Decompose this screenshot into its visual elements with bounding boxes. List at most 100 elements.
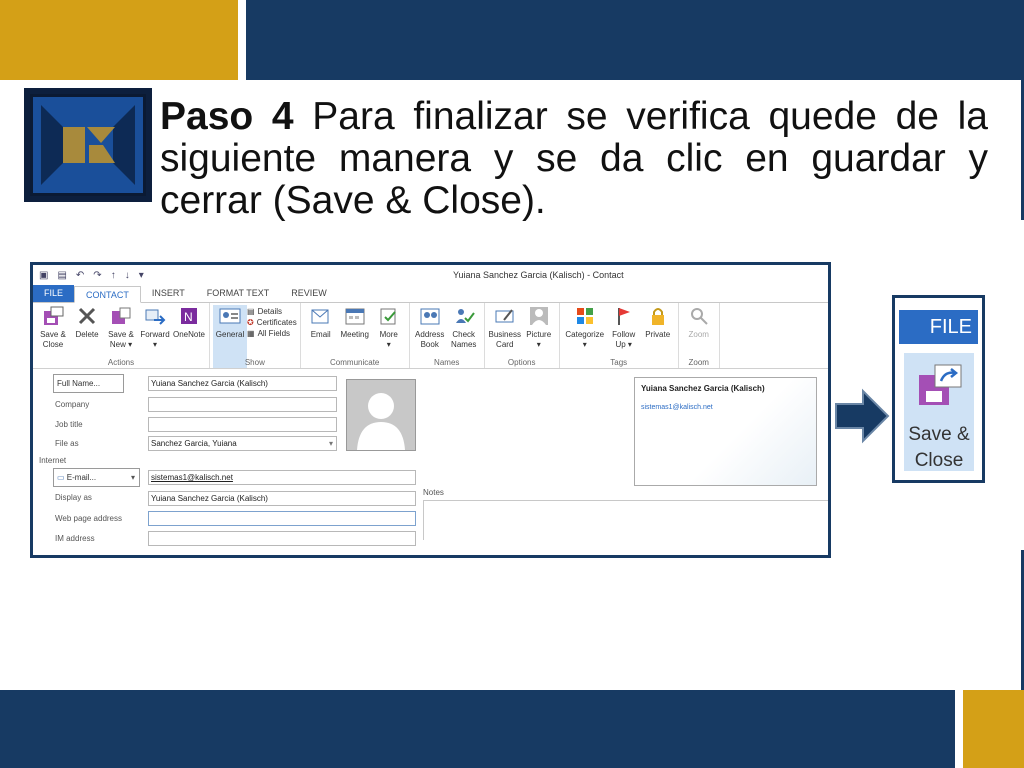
save-close-label-1: Save &	[40, 330, 66, 339]
top-navy-bar	[246, 0, 1024, 80]
file-as-select[interactable]: Sanchez Garcia, Yuiana ▾	[148, 436, 337, 451]
chevron-down-icon: ▾	[328, 439, 333, 448]
all-fields-icon: ▦	[247, 329, 255, 338]
zoom-close-label: Close	[914, 450, 964, 471]
picture-dropdown: ▾	[536, 340, 541, 349]
group-actions: Save & Close Delete Save & New ▾ Forward…	[33, 303, 210, 368]
certificates-button[interactable]: ✪ Certificates	[247, 318, 297, 327]
tab-format-text[interactable]: FORMAT TEXT	[196, 285, 281, 302]
group-label-options: Options	[507, 358, 536, 367]
svg-text:N: N	[184, 310, 193, 324]
zoom-file-tab: FILE	[899, 310, 978, 344]
group-label-names: Names	[434, 358, 460, 367]
business-card-label-1: Business	[488, 330, 521, 339]
details-label: Details	[257, 307, 283, 316]
details-button[interactable]: ▤ Details	[247, 307, 297, 316]
contact-photo[interactable]	[346, 379, 416, 451]
group-tags: Categorize ▾ Follow Up ▾ Private Tags	[560, 303, 679, 368]
im-address-field[interactable]	[148, 531, 416, 546]
group-zoom: Zoom Zoom	[679, 303, 720, 368]
save-close-large-icon	[919, 364, 962, 405]
group-names: Address Book Check Names Names	[410, 303, 485, 368]
company-field[interactable]	[148, 397, 337, 412]
business-card-label-2: Card	[496, 340, 514, 349]
categorize-label: Categorize	[565, 330, 605, 339]
quick-access-toolbar: ▣ ▤ ↶ ↷ ↑ ↓ ▾	[39, 270, 144, 281]
contact-form: Full Name... Yuiana Sanchez Garcia (Kali…	[33, 369, 828, 546]
file-as-value: Sanchez Garcia, Yuiana	[151, 439, 237, 448]
notes-label: Notes	[423, 488, 444, 497]
lock-icon	[646, 305, 670, 327]
bottom-gold-bar	[963, 690, 1024, 768]
meeting-label: Meeting	[340, 330, 369, 339]
check-names-icon	[452, 305, 476, 327]
web-page-label: Web page address	[55, 514, 123, 523]
tab-contact[interactable]: CONTACT	[74, 286, 141, 303]
ribbon-tabs: FILE CONTACT INSERT FORMAT TEXT REVIEW	[33, 285, 828, 303]
internet-label: Internet	[39, 456, 67, 465]
certificates-label: Certificates	[256, 318, 297, 327]
bottom-navy-bar	[0, 690, 955, 768]
save-icon[interactable]: ▤	[57, 270, 66, 281]
undo-icon[interactable]: ↶	[76, 270, 84, 281]
file-as-label: File as	[55, 439, 79, 448]
full-name-field[interactable]: Yuiana Sanchez Garcia (Kalisch)	[148, 376, 337, 391]
save-close-icon	[41, 305, 65, 327]
save-new-label-2: New ▾	[109, 340, 133, 349]
window-title: Yuiana Sanchez Garcia (Kalisch) - Contac…	[453, 270, 624, 280]
forward-dropdown: ▾	[152, 340, 157, 349]
up-arrow-icon[interactable]: ↑	[111, 270, 116, 281]
delete-label: Delete	[75, 330, 99, 339]
notes-divider	[423, 500, 828, 501]
group-communicate: Email Meeting More ▾ Communicate	[301, 303, 410, 368]
company-label: Company	[55, 400, 90, 409]
tab-insert[interactable]: INSERT	[141, 285, 196, 302]
top-gold-bar	[0, 0, 238, 80]
down-arrow-icon[interactable]: ↓	[125, 270, 130, 281]
save-close-zoom-callout: FILE Save & Close	[892, 295, 985, 483]
email-type-label: E-mail...	[66, 473, 97, 482]
email-card-icon: ▭	[57, 473, 67, 482]
all-fields-label: All Fields	[257, 329, 291, 338]
picture-label: Picture	[526, 330, 552, 339]
business-card-preview: Yuiana Sanchez Garcia (Kalisch) sistemas…	[634, 377, 817, 486]
contact-card-icon[interactable]: ▣	[39, 270, 48, 281]
more-icon	[377, 305, 401, 327]
full-name-button[interactable]: Full Name...	[53, 374, 124, 393]
all-fields-button[interactable]: ▦ All Fields	[247, 329, 297, 338]
ribbon: Save & Close Delete Save & New ▾ Forward…	[33, 303, 828, 369]
tab-review[interactable]: REVIEW	[280, 285, 338, 302]
customize-icon[interactable]: ▾	[139, 270, 144, 281]
group-options: Business Card Picture ▾ Options	[485, 303, 560, 368]
tab-file[interactable]: FILE	[33, 285, 75, 302]
group-label-actions: Actions	[107, 358, 135, 367]
group-show: General ▤ Details ✪ Certificates ▦ All Fiel…	[210, 303, 301, 368]
details-icon: ▤	[247, 307, 255, 316]
outlook-contact-window: ▣ ▤ ↶ ↷ ↑ ↓ ▾ Yuiana Sanchez Garcia (Kal…	[30, 262, 831, 558]
zoom-save-close-button[interactable]: Save & Close	[904, 353, 974, 471]
k-logo-icon	[41, 105, 135, 185]
follow-up-label-2: Up ▾	[615, 340, 632, 349]
save-new-icon	[109, 305, 133, 327]
email-icon	[309, 305, 333, 327]
person-placeholder-icon	[357, 393, 405, 450]
address-book-label-1: Address	[415, 330, 445, 339]
email-type-button[interactable]: ▭ E-mail... ▾	[53, 468, 140, 487]
address-book-label-2: Book	[420, 340, 439, 349]
title-bar: ▣ ▤ ↶ ↷ ↑ ↓ ▾ Yuiana Sanchez Garcia (Kal…	[33, 265, 828, 285]
job-title-field[interactable]	[148, 417, 337, 432]
email-field[interactable]: sistemas1@kalisch.net	[148, 470, 416, 485]
group-label-tags: Tags	[610, 358, 628, 367]
magnifier-icon	[687, 305, 711, 327]
categorize-dropdown: ▾	[582, 340, 587, 349]
web-page-field[interactable]	[148, 511, 416, 526]
redo-icon[interactable]: ↷	[93, 270, 101, 281]
group-label-communicate: Communicate	[330, 358, 380, 367]
private-label: Private	[645, 330, 671, 339]
display-as-field[interactable]: Yuiana Sanchez Garcia (Kalisch)	[148, 491, 416, 506]
more-dropdown: ▾	[386, 340, 391, 349]
notes-area[interactable]	[423, 500, 424, 540]
delete-icon	[75, 305, 99, 327]
certificate-icon: ✪	[247, 318, 254, 327]
email-label: Email	[310, 330, 331, 339]
